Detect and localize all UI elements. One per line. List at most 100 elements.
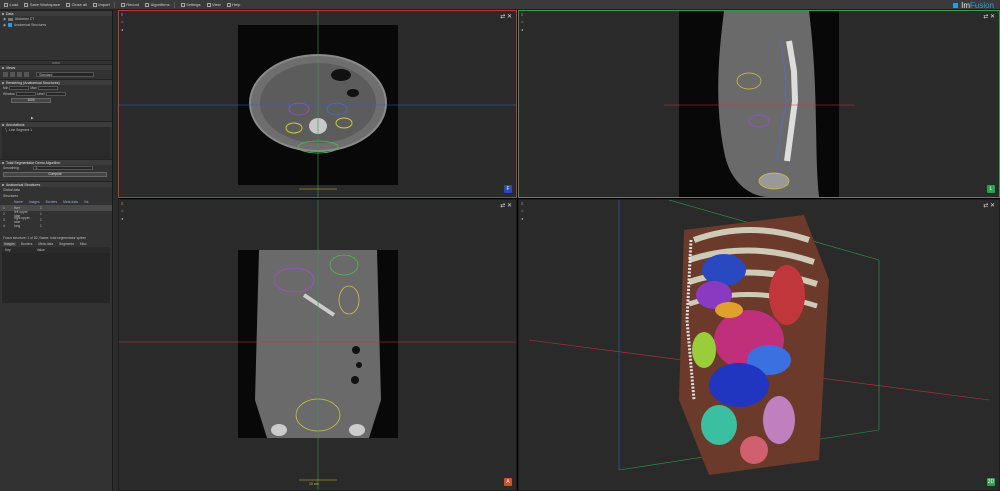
sagittal-overlay [664,11,854,197]
value-header: Value [36,248,45,252]
toolbar-label: Import [98,2,110,7]
global-data-label: Global data [3,188,20,192]
eye-icon[interactable]: ◉ [3,17,6,21]
brand-text-suffix: Fusion [969,0,994,10]
play-icon[interactable]: ▶ [31,116,34,120]
view-orientation-badge: 3D [987,478,995,486]
table-cell-images: 1 [40,212,42,216]
view-orientation-badge: F [504,185,512,193]
data-list-empty-area [0,28,112,60]
toolbar-icon [206,2,211,7]
toolbar-label: Load [9,2,19,7]
toolbar-icon [180,2,185,7]
compute-row: Compute [0,171,112,177]
key-header: Key [5,248,11,252]
table-header-cell[interactable]: Images [29,200,40,204]
toolbar-help-button[interactable]: Help [226,2,240,7]
brand-square-icon [953,2,959,8]
volume-render-view[interactable]: ≡ ⌂ ◂ ⇄ ✕ 3D [518,199,1000,491]
layout-icon[interactable] [3,72,8,77]
focus-structure-label: Focus structure: 1 of 82, Name: total se… [3,236,87,240]
splitter-handle[interactable] [52,62,60,64]
toolbar-icon [120,2,125,7]
rendering-empty-area [0,103,112,115]
window-label: Window [3,92,15,96]
collapse-icon [2,12,4,15]
toolbar-import-button[interactable]: Import [92,2,110,7]
table-cell-images: 1 [40,206,42,210]
viewport-grid: ≡ ⌂ ◂ ⇄ ✕ F ≡ ⌂ ◂ ⇄ ✕ L ≡ ⌂ ◂ ⇄ ✕ 10 cm … [118,10,1000,491]
toolbar-record-button[interactable]: Record [120,2,139,7]
table-header-cell[interactable]: Borders [46,200,58,204]
table-header-cell[interactable]: Vis [84,200,89,204]
toolbar-icon [226,2,231,7]
table-cell-num: 3 [3,218,5,222]
focus-tab[interactable]: Meta data [37,242,54,246]
tsa-panel-title: Total Segmentator Demo Algorithm [6,160,61,165]
toolbar-icon [66,2,71,7]
rendering-panel-title: Rendering (Anatomical Structures) [6,80,60,85]
toolbar-settings-button[interactable]: Settings [180,2,201,7]
window-field[interactable] [15,92,36,96]
toolbar-save-workspace-button[interactable]: Save Workspace [24,2,60,7]
table-header-cell[interactable]: Meta data [63,200,78,204]
brand-logo: Im Fusion [953,0,994,10]
toolbar-view-button[interactable]: View [206,2,221,7]
table-header-cell[interactable]: Name [14,200,23,204]
level-field[interactable] [45,92,66,96]
toolbar-algorithms-button[interactable]: Algorithms [145,2,170,7]
label-map-icon [7,23,12,27]
axial-overlay [119,11,516,197]
smoothing-field[interactable]: 1 [32,166,93,170]
table-cell-name: lung [14,224,21,228]
coronal-overlay [119,200,516,490]
views-dropdown[interactable]: Standard [36,72,94,77]
annotation-item-label: Line Segment 1 [9,128,33,132]
views-panel-title: Views [6,65,16,70]
table-cell-num: 4 [3,224,5,228]
toolbar-icon [145,2,150,7]
sidebar: Data ◉ Abdomen CT ◉ Anatomical Structures … [0,10,113,491]
min-field[interactable] [9,86,30,90]
table-cell-name: right upper lobe [14,216,30,224]
volume-render-3d [528,200,990,475]
axial-view[interactable]: ≡ ⌂ ◂ ⇄ ✕ F [118,10,517,198]
collapse-icon [2,161,4,164]
structures-label: Structures [3,194,19,198]
toolbar-separator [113,1,115,8]
toolbar-label: Settings [186,2,201,7]
layout-icon[interactable] [24,72,29,77]
collapse-icon [2,66,4,69]
max-field[interactable] [37,86,58,90]
collapse-icon [2,81,4,84]
view-orientation-badge: L [987,185,995,193]
toolbar-separator [173,1,175,8]
focus-tab[interactable]: Images [3,242,16,246]
toolbar-load-button[interactable]: Load [4,2,18,7]
focus-tab[interactable]: Segments [58,242,75,246]
coronal-view[interactable]: ≡ ⌂ ◂ ⇄ ✕ 10 cm A [118,199,517,491]
toolbar-icon [4,2,8,7]
anat-panel-title: Anatomical Structures [6,182,41,187]
views-layout-row: Standard [0,70,112,79]
toolbar-label: Close all [71,2,87,7]
layout-icon[interactable] [17,72,22,77]
focus-tab[interactable]: Misc [79,242,88,246]
layout-icon[interactable] [10,72,15,77]
eye-icon[interactable]: ◉ [3,23,6,27]
toolbar-label: Algorithms [150,2,170,7]
table-cell-num: 2 [3,212,5,216]
sagittal-view[interactable]: ≡ ⌂ ◂ ⇄ ✕ L [518,10,1000,198]
toolbar-icon [92,2,97,7]
compute-button[interactable]: Compute [3,171,107,177]
brand-text-prefix: Im [961,0,970,10]
smoothing-label: Smoothing [3,166,19,170]
rendering-value-button[interactable]: 1000 [11,97,51,103]
data-item-label: Anatomical Structures [13,23,47,27]
table-cell-num: 1 [3,206,5,210]
toolbar-close-all-button[interactable]: Close all [66,2,87,7]
structures-table: 1 liver 1 2 left upper lobe 1 3 right upper lob… [0,205,112,229]
kv-table [2,253,110,303]
focus-tab[interactable]: Borders [20,242,34,246]
annotations-list [2,133,110,159]
